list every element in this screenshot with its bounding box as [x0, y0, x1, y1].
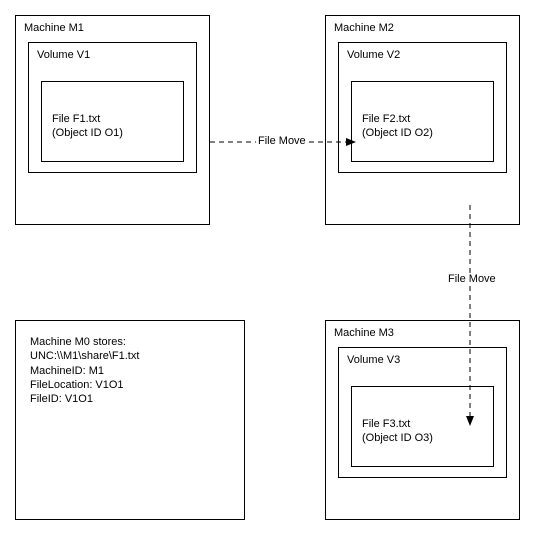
file-f1-obj: (Object ID O1) [52, 126, 173, 140]
file-f3-obj: (Object ID O3) [362, 431, 483, 445]
arrow-label-move1: File Move [256, 135, 308, 147]
m0-line4: FileLocation: V1O1 [30, 378, 230, 392]
machine-m2: Machine M2 Volume V2 File F2.txt (Object… [325, 15, 520, 225]
m0-line1: Machine M0 stores: [30, 335, 230, 349]
file-f1-name: File F1.txt [52, 112, 173, 126]
m0-line5: FileID: V1O1 [30, 392, 230, 406]
machine-m1: Machine M1 Volume V1 File F1.txt (Object… [15, 15, 210, 225]
volume-v2: Volume V2 File F2.txt (Object ID O2) [338, 42, 507, 173]
machine-m3: Machine M3 Volume V3 File F3.txt (Object… [325, 320, 520, 520]
machine-m2-title: Machine M2 [334, 22, 511, 34]
volume-v1: Volume V1 File F1.txt (Object ID O1) [28, 42, 197, 173]
file-f3-name: File F3.txt [362, 417, 483, 431]
volume-v3-title: Volume V3 [347, 354, 498, 366]
file-f2-obj: (Object ID O2) [362, 126, 483, 140]
machine-m3-title: Machine M3 [334, 327, 511, 339]
file-f2: File F2.txt (Object ID O2) [351, 81, 494, 162]
machine-m0-info: Machine M0 stores: UNC:\\M1\share\F1.txt… [15, 320, 245, 520]
arrow-label-move2: File Move [446, 273, 498, 285]
volume-v2-title: Volume V2 [347, 49, 498, 61]
file-f1: File F1.txt (Object ID O1) [41, 81, 184, 162]
m0-line2: UNC:\\M1\share\F1.txt [30, 349, 230, 363]
volume-v3: Volume V3 File F3.txt (Object ID O3) [338, 347, 507, 478]
m0-line3: MachineID: M1 [30, 364, 230, 378]
file-f3: File F3.txt (Object ID O3) [351, 386, 494, 467]
machine-m1-title: Machine M1 [24, 22, 201, 34]
volume-v1-title: Volume V1 [37, 49, 188, 61]
file-f2-name: File F2.txt [362, 112, 483, 126]
